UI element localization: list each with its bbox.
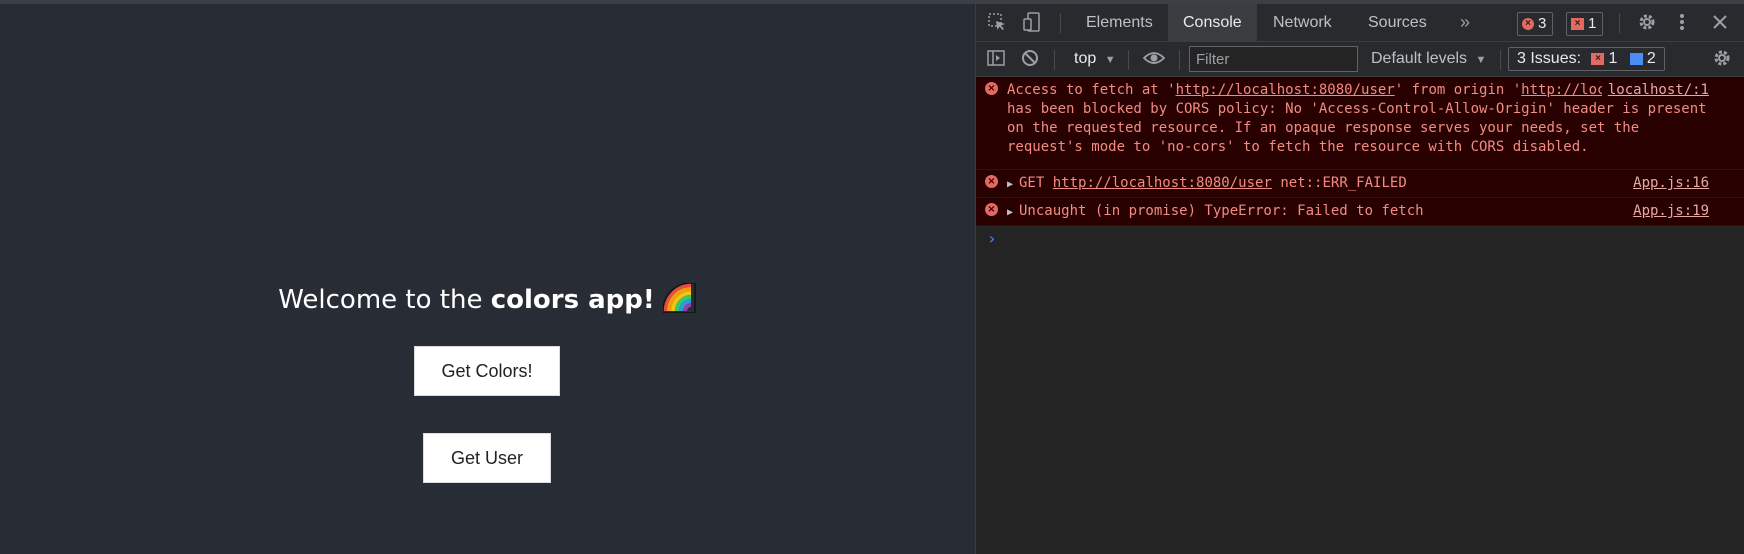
welcome-bold: colors app! xyxy=(490,285,655,315)
issues-count: 1 xyxy=(1588,15,1597,32)
error-text-part: net::ERR_FAILED xyxy=(1271,175,1407,191)
close-devtools-icon[interactable] xyxy=(1709,12,1731,34)
error-source-link[interactable]: App.js:16 xyxy=(1633,174,1709,193)
toolbar-separator-3 xyxy=(1179,50,1180,70)
console-error-message: × ▶ Uncaught (in promise) TypeError: Fail… xyxy=(976,198,1744,226)
tab-elements[interactable]: Elements xyxy=(1071,4,1168,41)
log-levels-dropdown[interactable]: Default levels ▼ xyxy=(1371,48,1486,70)
toolbar-separator-2 xyxy=(1128,50,1129,70)
toolbar-separator xyxy=(1054,50,1055,70)
tabbar-separator-2 xyxy=(1619,13,1620,33)
error-count-badge[interactable]: × 3 xyxy=(1517,12,1554,36)
error-icon: × xyxy=(985,203,998,216)
more-tabs-icon[interactable]: » xyxy=(1445,4,1485,41)
console-output: × Access to fetch at 'http://localhost:8… xyxy=(976,77,1744,252)
issues-count-badge[interactable]: × 1 xyxy=(1566,12,1604,36)
error-icon: × xyxy=(1522,18,1534,31)
context-selector[interactable]: top ▼ xyxy=(1074,48,1116,70)
screen: Welcome to the colors app! Get Colors! G… xyxy=(0,0,1744,554)
error-source-link[interactable]: App.js:19 xyxy=(1633,202,1709,221)
expand-triangle-icon[interactable]: ▶ xyxy=(1007,203,1019,222)
tabbar-separator xyxy=(1060,13,1061,33)
issue-error-icon: × xyxy=(1571,18,1584,31)
kebab-menu-icon[interactable] xyxy=(1671,12,1693,34)
devtools-panel: Elements Console Network Sources » × 3 × 1 xyxy=(975,4,1744,554)
error-link[interactable]: http://localhost:8080/user xyxy=(1053,175,1272,191)
tab-console[interactable]: Console xyxy=(1168,4,1257,41)
console-toolbar: top ▼ Default levels ▼ 3 Issues: ×1 2 xyxy=(976,42,1744,77)
context-value: top xyxy=(1074,50,1097,67)
chevron-down-icon: ▼ xyxy=(1475,54,1487,66)
app-viewport: Welcome to the colors app! Get Colors! G… xyxy=(0,4,975,554)
chevron-down-icon: ▼ xyxy=(1104,54,1116,66)
rainbow-emoji-icon xyxy=(662,281,697,314)
issues-info-count: 2 xyxy=(1646,50,1656,67)
error-icon: × xyxy=(985,175,998,188)
toolbar-separator-4 xyxy=(1500,50,1501,70)
error-text[interactable]: ▶ Uncaught (in promise) TypeError: Failed… xyxy=(976,198,1744,225)
tab-sources[interactable]: Sources xyxy=(1353,4,1442,41)
prompt-chevron-icon: › xyxy=(987,229,997,248)
filter-input[interactable] xyxy=(1189,46,1358,72)
console-error-message: × ▶ GET http://localhost:8080/user net::E… xyxy=(976,170,1744,198)
sidebar-toggle-icon[interactable] xyxy=(985,48,1007,70)
welcome-heading: Welcome to the colors app! xyxy=(0,280,975,320)
error-count: 3 xyxy=(1538,15,1547,32)
clear-console-icon[interactable] xyxy=(1019,48,1041,70)
expand-triangle-icon[interactable]: ▶ xyxy=(1007,175,1019,194)
issues-button[interactable]: 3 Issues: × 1 2 xyxy=(1508,47,1665,71)
request-method: GET xyxy=(1019,175,1045,191)
welcome-prefix: Welcome to the xyxy=(278,285,491,315)
tab-network[interactable]: Network xyxy=(1258,4,1347,41)
console-prompt[interactable]: › xyxy=(976,226,1744,252)
device-toolbar-icon[interactable] xyxy=(1021,12,1043,34)
devtools-tabbar: Elements Console Network Sources » × 3 × 1 xyxy=(976,4,1744,42)
settings-gear-icon[interactable] xyxy=(1636,12,1658,34)
get-user-button[interactable]: Get User xyxy=(423,433,551,483)
live-expression-eye-icon[interactable] xyxy=(1142,48,1166,70)
error-icon: × xyxy=(985,82,998,95)
console-error-message: × Access to fetch at 'http://localhost:8… xyxy=(976,77,1744,170)
get-colors-button[interactable]: Get Colors! xyxy=(414,346,560,396)
issues-error-count: 1 xyxy=(1608,50,1618,67)
error-text-part: ' from origin ' xyxy=(1394,82,1522,98)
inspect-element-icon[interactable] xyxy=(986,12,1008,34)
error-link[interactable]: http://localhost:8080/user xyxy=(1176,82,1395,98)
issue-info-icon xyxy=(1629,52,1643,65)
issue-error-icon: × xyxy=(1591,52,1605,65)
error-source-link[interactable]: localhost/:1 xyxy=(1601,81,1709,100)
error-text-part: Access to fetch at ' xyxy=(1007,82,1176,98)
log-levels-value: Default levels xyxy=(1371,50,1468,67)
console-settings-gear-icon[interactable] xyxy=(1711,48,1733,70)
error-text-part: Uncaught (in promise) TypeError: Failed … xyxy=(1019,203,1424,219)
issues-label: 3 Issues: xyxy=(1517,50,1582,67)
error-text[interactable]: ▶ GET http://localhost:8080/user net::ERR… xyxy=(976,170,1744,197)
